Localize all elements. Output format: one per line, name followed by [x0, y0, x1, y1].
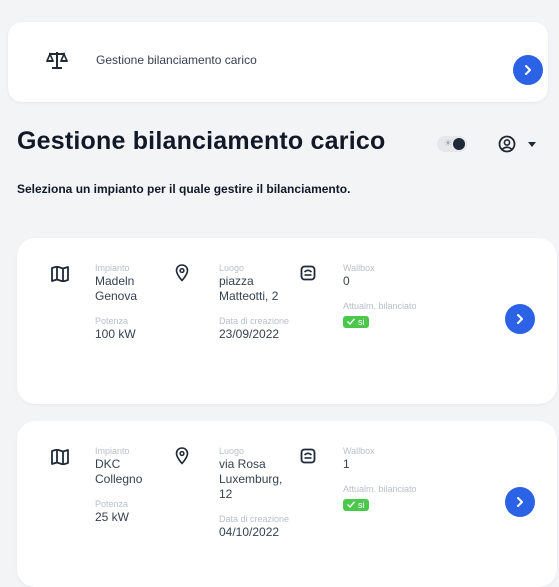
toggle-knob [453, 138, 465, 150]
chevron-right-icon [517, 314, 523, 324]
map-icon [51, 449, 69, 465]
plant-name: Madeln Genova [95, 274, 138, 303]
open-button[interactable] [513, 55, 543, 85]
wallbox-info: Wallbox 1 Attualm. bilanciato si [343, 446, 423, 513]
wallbox-label: Wallbox [343, 446, 375, 456]
creation-date-label: Data di creazione [219, 316, 290, 326]
balanced-label: Attualm. bilanciato [343, 484, 417, 494]
location-pin-icon [175, 264, 189, 282]
check-icon [347, 501, 355, 508]
plant-name: DKC Collegno [95, 457, 143, 486]
plant-info: Impianto Madeln Genova Potenza 100 kW [95, 263, 165, 342]
plant-creation-date: 04/10/2022 [219, 525, 280, 539]
plant-power: 25 kW [95, 510, 130, 524]
open-plant-button[interactable] [505, 487, 535, 517]
open-plant-button[interactable] [505, 304, 535, 334]
wallbox-icon [300, 265, 316, 281]
power-label: Potenza [95, 499, 129, 509]
page-subtitle: Seleziona un impianto per il quale gesti… [17, 182, 351, 196]
power-label: Potenza [95, 316, 129, 326]
wallbox-count: 0 [343, 274, 350, 288]
plant-power: 100 kW [95, 327, 136, 341]
chevron-down-icon[interactable] [528, 142, 536, 148]
wallbox-count: 1 [343, 457, 350, 471]
scale-icon [46, 51, 68, 69]
plant-card[interactable]: Impianto DKC Collegno Potenza 25 kW Luog… [17, 421, 557, 587]
plant-location: via Rosa Luxemburg, 12 [219, 457, 283, 501]
wallbox-label: Wallbox [343, 263, 375, 273]
wallbox-icon [300, 448, 316, 464]
chevron-right-icon [525, 65, 531, 75]
check-icon [347, 318, 355, 325]
location-label: Luogo [219, 263, 245, 273]
balanced-label: Attualm. bilanciato [343, 301, 417, 311]
balanced-value: si [358, 499, 365, 510]
plant-label: Impianto [95, 446, 130, 456]
location-pin-icon [175, 447, 189, 465]
theme-toggle[interactable]: ☀ [437, 136, 467, 152]
plant-info: Impianto DKC Collegno Potenza 25 kW [95, 446, 165, 525]
load-balancing-menu-card[interactable]: Gestione bilanciamento carico [8, 22, 548, 102]
location-info: Luogo via Rosa Luxemburg, 12 Data di cre… [219, 446, 299, 540]
menu-card-title: Gestione bilanciamento carico [96, 53, 257, 67]
sun-icon: ☀ [444, 138, 453, 148]
wallbox-info: Wallbox 0 Attualm. bilanciato si [343, 263, 423, 330]
map-icon [51, 266, 69, 282]
balanced-badge: si [343, 315, 369, 328]
page-title: Gestione bilanciamento carico [17, 127, 386, 155]
plant-location: piazza Matteotti, 2 [219, 274, 279, 303]
plant-label: Impianto [95, 263, 130, 273]
balanced-badge: si [343, 498, 369, 511]
location-info: Luogo piazza Matteotti, 2 Data di creazi… [219, 263, 299, 342]
chevron-right-icon [517, 497, 523, 507]
balanced-value: si [358, 316, 365, 327]
plant-creation-date: 23/09/2022 [219, 327, 280, 341]
user-account-icon[interactable] [498, 135, 516, 153]
location-label: Luogo [219, 446, 245, 456]
plant-card[interactable]: Impianto Madeln Genova Potenza 100 kW Lu… [17, 238, 557, 404]
creation-date-label: Data di creazione [219, 514, 290, 524]
